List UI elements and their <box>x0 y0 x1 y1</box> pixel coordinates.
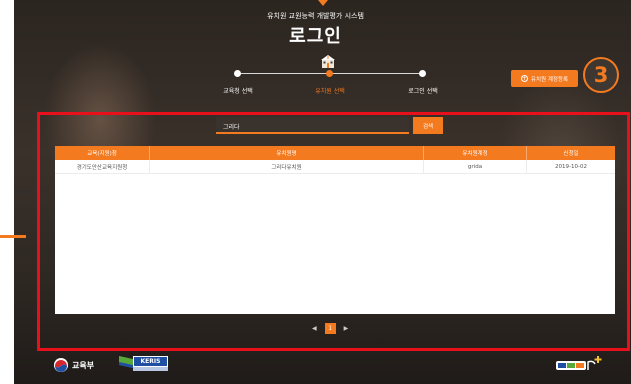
column-header-office: 교육(지원)청 <box>55 146 150 160</box>
search-input[interactable]: 그리다 <box>216 117 409 134</box>
cell-date: 2019-10-02 <box>555 164 587 170</box>
step-label-office[interactable]: 교육청 선택 <box>208 86 268 95</box>
column-header-date: 신청일 <box>563 151 579 157</box>
left-margin <box>0 0 14 384</box>
cell-name: 그리다유치원 <box>150 160 424 174</box>
register-account-label: 유치원 계정등록 <box>530 76 569 83</box>
step-dot-kindergarten <box>326 70 333 77</box>
next-page-icon[interactable]: ▶ <box>344 325 349 332</box>
keris-flag-icon <box>119 356 133 368</box>
keris-logo: KERIS <box>119 354 169 372</box>
step-dot-office <box>234 70 241 77</box>
search-button[interactable]: 검색 <box>413 117 443 134</box>
page-title: 로그인 <box>289 26 342 47</box>
register-account-button[interactable]: + 유치원 계정등록 <box>511 70 578 87</box>
cell-office: 경기도안산교육지원청 <box>55 160 150 174</box>
keris-subline <box>133 367 168 371</box>
annotation-pointer-top <box>318 0 328 6</box>
ministry-name: 교육부 <box>72 360 95 370</box>
ministry-logo: 교육부 <box>54 357 94 373</box>
column-header-name: 유치원명 <box>150 146 424 160</box>
page-button-current[interactable]: 1 <box>324 322 336 334</box>
prev-page-icon[interactable]: ◀ <box>312 325 317 332</box>
step-dot-login <box>419 70 426 77</box>
cell-account: grida <box>424 160 527 174</box>
pagination: ◀ 1 ▶ <box>312 322 348 334</box>
system-name: 유치원 교원능력 개발평가 시스템 <box>267 12 364 20</box>
table-header: 교육(지원)청 유치원명 유치원계정 신청일 <box>55 146 615 160</box>
kindergarten-table: 교육(지원)청 유치원명 유치원계정 신청일 경기도안산교육지원청 그리다유치원… <box>55 146 615 314</box>
ministry-emblem-icon <box>54 358 68 372</box>
plus-circle-icon: + <box>520 75 528 82</box>
keris-label: KERIS <box>133 356 168 367</box>
annotation-badge: 3 <box>583 57 619 93</box>
school-icon <box>321 55 335 68</box>
step-label-kindergarten[interactable]: 유치원 선택 <box>300 86 360 95</box>
step-label-login[interactable]: 로그인 선택 <box>393 86 453 95</box>
table-row[interactable]: 경기도안산교육지원청 그리다유치원 grida 2019-10-02 <box>55 160 615 174</box>
annotation-pointer-left <box>0 235 26 238</box>
column-header-account: 유치원계정 <box>424 146 527 160</box>
service-logo-icon <box>556 356 602 370</box>
